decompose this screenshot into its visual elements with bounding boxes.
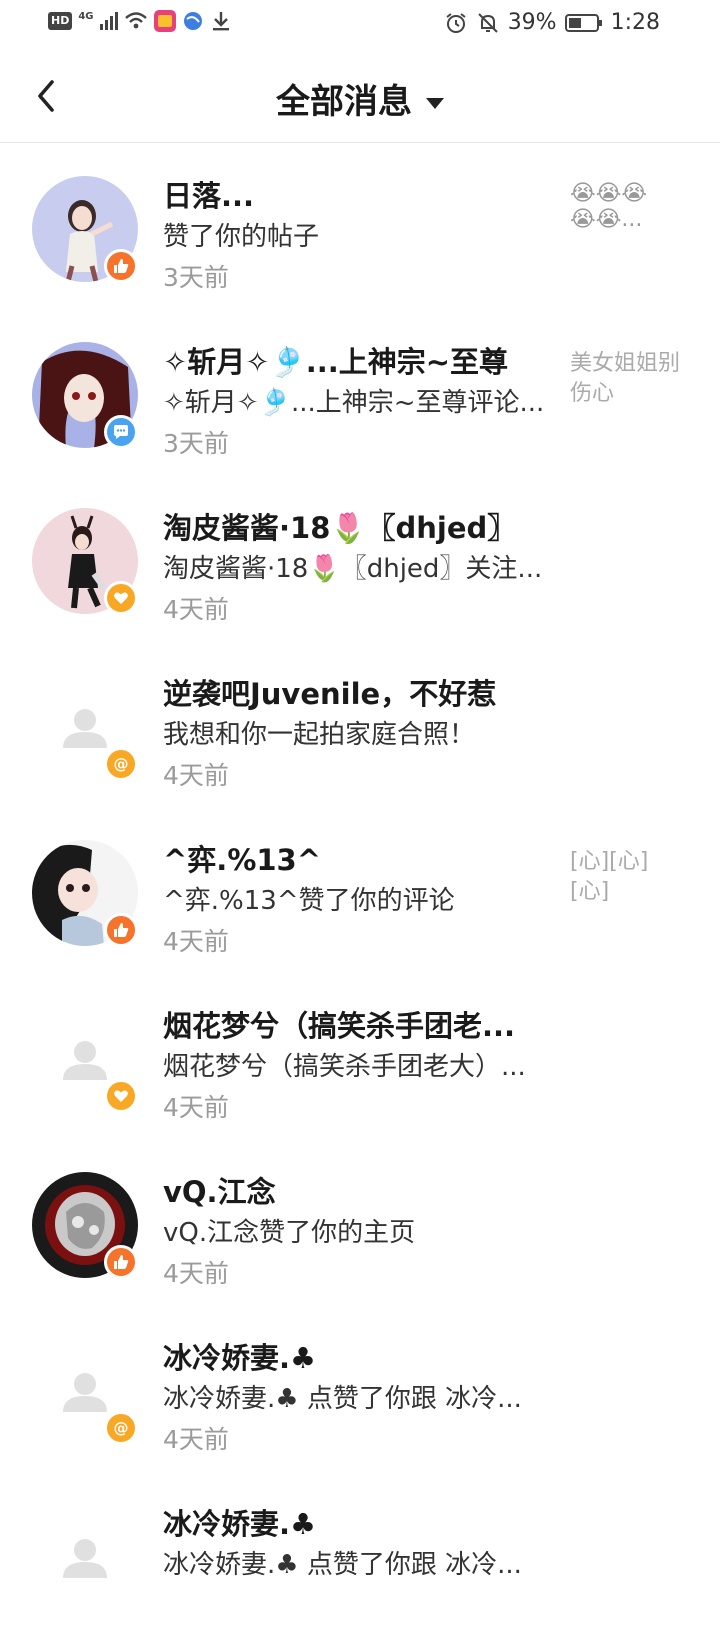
message-item[interactable]: 淘皮酱酱·18🌷〖dhjed〗 淘皮酱酱·18🌷〖dhjed〗关注... 4天前 — [0, 475, 720, 641]
app-notification-icon — [153, 10, 176, 32]
mention-badge-icon: @ — [104, 747, 138, 781]
message-text: 赞了你的帖子 — [163, 222, 320, 252]
sender-name: 冰冷娇妻.♣ — [163, 1507, 317, 1541]
page-title: 全部消息 — [276, 82, 412, 122]
message-preview: 😭😭😭😭😭... — [570, 181, 648, 232]
like-badge-icon — [104, 249, 138, 283]
message-time: 4天前 — [163, 1259, 229, 1288]
message-text: vQ.江念赞了你的主页 — [163, 1218, 416, 1248]
sender-name: 逆袭吧Juvenile，不好惹 — [163, 677, 497, 711]
message-item[interactable]: vQ.江念 vQ.江念赞了你的主页 4天前 — [0, 1139, 720, 1305]
sender-name: ^弈.%13^ — [163, 843, 322, 877]
message-item[interactable]: 烟花梦兮（搞笑杀手团老... 烟花梦兮（搞笑杀手团老大）... 4天前 — [0, 973, 720, 1139]
message-time: 3天前 — [163, 429, 229, 458]
message-time: 3天前 — [163, 263, 229, 292]
battery-icon — [564, 13, 602, 32]
follow-badge-icon — [104, 1079, 138, 1113]
sender-name: 淘皮酱酱·18🌷〖dhjed〗 — [163, 511, 517, 545]
message-text: 烟花梦兮（搞笑杀手团老大）... — [163, 1052, 526, 1082]
battery-percent: 39% — [507, 10, 557, 35]
sender-name: 烟花梦兮（搞笑杀手团老... — [163, 1009, 516, 1043]
message-text: ✧斩月✧🎐...上神宗~至尊评论... — [163, 388, 543, 418]
clock: 1:28 — [610, 10, 660, 35]
message-preview: [心][心][心] — [570, 849, 649, 904]
message-item[interactable]: 日落... 赞了你的帖子 3天前 😭😭😭😭😭... — [0, 143, 720, 309]
comment-badge-icon — [104, 415, 138, 449]
svg-text:@: @ — [114, 755, 129, 773]
caret-down-icon — [426, 98, 444, 109]
network-type: 4G — [78, 10, 94, 22]
browser-notification-icon — [183, 12, 202, 30]
download-icon — [212, 12, 229, 31]
wifi-icon — [124, 12, 147, 29]
message-time: 4天前 — [163, 1093, 229, 1122]
message-item[interactable]: @ 冰冷娇妻.♣ 冰冷娇妻.♣ 点赞了你跟 冰冷... 4天前 — [0, 1305, 720, 1471]
message-time: 4天前 — [163, 927, 229, 956]
like-badge-icon — [104, 913, 138, 947]
message-preview: 美女姐姐别伤心 — [570, 351, 681, 406]
message-text: ^弈.%13^赞了你的评论 — [163, 886, 455, 916]
message-text: 冰冷娇妻.♣ 点赞了你跟 冰冷... — [163, 1384, 522, 1414]
message-text: 我想和你一起拍家庭合照！ — [163, 720, 476, 750]
hd-icon: HD — [48, 12, 73, 30]
sender-name: vQ.江念 — [163, 1175, 276, 1209]
signal-icon — [99, 12, 118, 30]
message-text: 淘皮酱酱·18🌷〖dhjed〗关注... — [163, 554, 543, 584]
message-text: 冰冷娇妻.♣ 点赞了你跟 冰冷... — [163, 1550, 522, 1580]
message-time: 4天前 — [163, 1425, 229, 1454]
message-filter-dropdown[interactable]: 全部消息 — [0, 74, 720, 123]
message-item[interactable]: ^弈.%13^ ^弈.%13^赞了你的评论 4天前 [心][心][心] — [0, 807, 720, 973]
message-time: 4天前 — [163, 761, 229, 790]
status-bar: HD 4G 39% 1:28 — [0, 0, 720, 50]
sender-name: ✧斩月✧🎐...上神宗~至尊 — [163, 345, 509, 379]
sender-name: 日落... — [163, 179, 255, 213]
follow-badge-icon — [104, 581, 138, 615]
message-item[interactable]: ✧斩月✧🎐...上神宗~至尊 ✧斩月✧🎐...上神宗~至尊评论... 3天前 美… — [0, 309, 720, 475]
svg-text:@: @ — [114, 1419, 129, 1437]
sender-name: 冰冷娇妻.♣ — [163, 1341, 317, 1375]
default-avatar-icon[interactable] — [32, 1504, 138, 1610]
message-item[interactable]: @ 逆袭吧Juvenile，不好惹 我想和你一起拍家庭合照！ 4天前 — [0, 641, 720, 807]
navigation-bar: 全部消息 — [0, 50, 720, 143]
message-time: 4天前 — [163, 595, 229, 624]
message-list: 日落... 赞了你的帖子 3天前 😭😭😭😭😭... ✧斩月✧🎐...上神宗~至尊… — [0, 143, 720, 1637]
alarm-icon — [446, 12, 466, 33]
like-badge-icon — [104, 1245, 138, 1279]
message-item[interactable]: 冰冷娇妻.♣ 冰冷娇妻.♣ 点赞了你跟 冰冷... — [0, 1471, 720, 1637]
mute-icon — [477, 12, 498, 33]
mention-badge-icon: @ — [104, 1411, 138, 1445]
